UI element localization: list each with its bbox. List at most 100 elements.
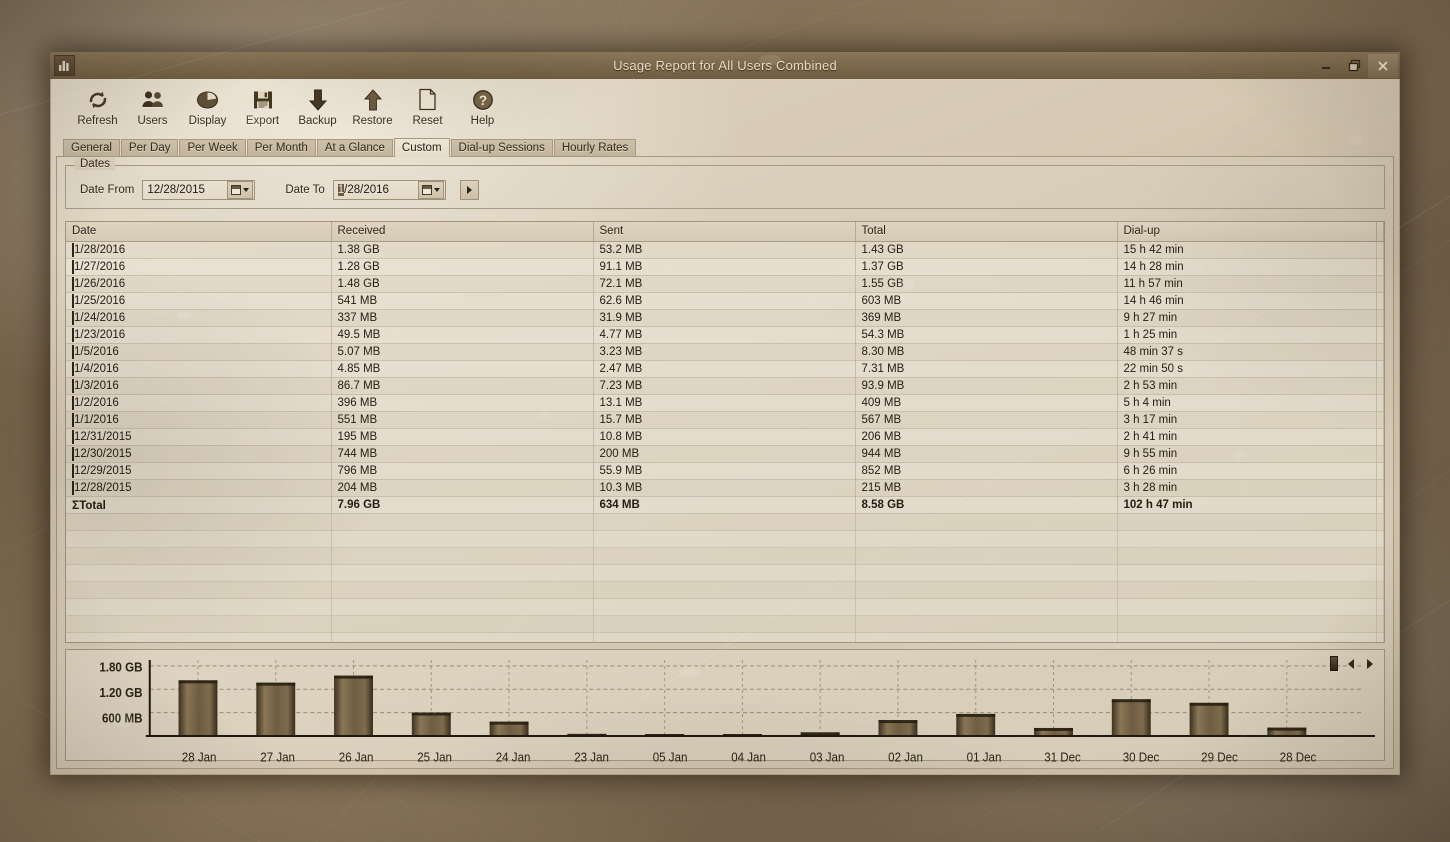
table-row[interactable]: 12/28/2015 204 MB 10.3 MB 215 MB 3 h 28 min (66, 479, 1384, 497)
date-to-field[interactable]: 1/28/2016 (332, 180, 446, 200)
apply-dates-button[interactable] (459, 180, 479, 200)
scroll-thumb[interactable] (1330, 656, 1338, 671)
usage-bar-chart: 1.80 GB 1.20 GB 600 MB 28 Jan 27 Jan 26 Jan 2… (65, 649, 1385, 765)
chart-x-tick-label: 28 Dec (1280, 750, 1317, 765)
cell-total: 1.37 GB (855, 258, 1118, 276)
cell-total: 206 MB (855, 428, 1118, 446)
tab-dial-up-sessions[interactable]: Dial-up Sessions (450, 139, 553, 156)
table-row[interactable]: 1/28/2016 1.38 GB 53.2 MB 1.43 GB 15 h 42 mi… (66, 241, 1384, 259)
cell-date: 12/31/2015 (66, 428, 332, 446)
cell-date-text: 1/27/2016 (74, 260, 126, 273)
cell-total-label: ΣTotal (66, 496, 332, 514)
cell-date: 1/3/2016 (66, 377, 332, 395)
chart-x-tick-label: 30 Dec (1123, 750, 1160, 765)
table-row[interactable]: 12/29/2015 796 MB 55.9 MB 852 MB 6 h 26 min (66, 462, 1384, 480)
col-header-total[interactable]: Total (855, 222, 1118, 242)
cell-sent: 13.1 MB (593, 394, 856, 412)
tab-per-week[interactable]: Per Week (179, 139, 246, 156)
cell-dialup: 9 h 27 min (1117, 309, 1377, 327)
cell-received: 1.28 GB (331, 258, 594, 276)
toolbar-button-help[interactable]: ? Help (455, 84, 510, 127)
tab-custom[interactable]: Custom (393, 138, 450, 157)
users-icon (141, 86, 165, 113)
cell-dialup: 3 h 28 min (1117, 479, 1377, 497)
table-row[interactable]: 1/1/2016 551 MB 15.7 MB 567 MB 3 h 17 min (66, 411, 1384, 429)
toolbar-button-display[interactable]: Display (180, 84, 235, 127)
cell-total-received: 7.96 GB (331, 496, 594, 514)
table-row[interactable]: 1/2/2016 396 MB 13.1 MB 409 MB 5 h 4 min (66, 394, 1384, 412)
close-button[interactable] (1368, 53, 1398, 78)
usage-table[interactable]: Date Received Sent Total Dial-up 1/28/20… (65, 221, 1385, 643)
chart-x-tick-label: 26 Jan (339, 750, 374, 765)
table-row[interactable]: 12/30/2015 744 MB 200 MB 944 MB 9 h 55 min (66, 445, 1384, 463)
tab-strip: General Per Day Per Week Per Month At a … (56, 137, 1394, 157)
toolbar-label: Restore (352, 115, 393, 127)
toolbar-label: Export (245, 115, 280, 127)
tab-general[interactable]: General (63, 139, 120, 156)
table-row[interactable]: 1/23/2016 49.5 MB 4.77 MB 54.3 MB 1 h 25 min (66, 326, 1384, 344)
table-row[interactable]: 12/31/2015 195 MB 10.8 MB 206 MB 2 h 41 min (66, 428, 1384, 446)
cell-date: 1/4/2016 (66, 360, 332, 378)
table-row[interactable]: 1/25/2016 541 MB 62.6 MB 603 MB 14 h 46 min (66, 292, 1384, 310)
table-empty-row (66, 615, 1384, 633)
cell-spacer (1376, 343, 1384, 361)
toolbar-button-reset[interactable]: Reset (400, 84, 455, 127)
tab-per-month[interactable]: Per Month (246, 139, 316, 156)
arrow-up-icon (362, 86, 384, 113)
tab-per-day[interactable]: Per Day (120, 139, 179, 156)
cell-dialup: 1 h 25 min (1117, 326, 1377, 344)
col-header-dialup[interactable]: Dial-up (1117, 222, 1377, 242)
cell-sent: 62.6 MB (593, 292, 856, 310)
toolbar-button-refresh[interactable]: Refresh (70, 84, 125, 127)
cell-date-text: 1/24/2016 (74, 311, 126, 324)
table-row[interactable]: 1/4/2016 4.85 MB 2.47 MB 7.31 MB 22 min 50 s (66, 360, 1384, 378)
cell-date: 1/1/2016 (66, 411, 332, 429)
table-row[interactable]: 1/24/2016 337 MB 31.9 MB 369 MB 9 h 27 min (66, 309, 1384, 327)
floppy-disk-icon (252, 86, 274, 113)
toolbar-button-export[interactable]: Export (235, 84, 290, 127)
toolbar: Refresh Users Display Export Backup Rest… (56, 79, 1394, 137)
col-header-sent[interactable]: Sent (593, 222, 856, 242)
date-to-picker-button[interactable] (417, 181, 444, 199)
cell-spacer (1376, 462, 1384, 480)
table-row[interactable]: 1/27/2016 1.28 GB 91.1 MB 1.37 GB 14 h 28 mi… (66, 258, 1384, 276)
restore-button[interactable] (1340, 55, 1368, 77)
chart-bars-icon (54, 55, 75, 76)
minimize-button[interactable] (1312, 55, 1340, 77)
cell-dialup: 6 h 26 min (1117, 462, 1377, 480)
table-row[interactable]: 1/3/2016 86.7 MB 7.23 MB 93.9 MB 2 h 53 min (66, 377, 1384, 395)
blank-page-icon (418, 86, 437, 113)
chart-x-tick-labels: 28 Jan 27 Jan 26 Jan 25 Jan 24 Jan 23 Jan 05 J… (182, 750, 1317, 765)
title-bar[interactable]: Usage Report for All Users Combined (50, 52, 1400, 79)
cell-total: 1.55 GB (855, 275, 1118, 293)
table-row[interactable]: 1/5/2016 5.07 MB 3.23 MB 8.30 MB 48 min 37 s (66, 343, 1384, 361)
scroll-left-icon[interactable] (1344, 657, 1357, 670)
col-header-date[interactable]: Date (66, 222, 332, 242)
cell-received: 49.5 MB (331, 326, 594, 344)
toolbar-button-users[interactable]: Users (125, 84, 180, 127)
cell-received: 744 MB (331, 445, 594, 463)
cell-sent: 15.7 MB (593, 411, 856, 429)
toolbar-label: Backup (298, 115, 337, 127)
scroll-right-icon[interactable] (1363, 657, 1376, 670)
table-empty-row (66, 632, 1384, 642)
date-from-picker-button[interactable] (227, 181, 254, 199)
table-empty-row (66, 547, 1384, 565)
tab-at-a-glance[interactable]: At a Glance (316, 139, 393, 156)
tab-hourly-rates[interactable]: Hourly Rates (553, 139, 637, 156)
date-from-field[interactable]: 12/28/2015 (142, 180, 256, 200)
toolbar-button-backup[interactable]: Backup (290, 84, 345, 127)
col-header-received[interactable]: Received (331, 222, 594, 242)
table-empty-row (66, 581, 1384, 599)
chart-y-tick-label: 600 MB (102, 711, 143, 726)
display-icon (195, 86, 220, 113)
table-row[interactable]: 1/26/2016 1.48 GB 72.1 MB 1.55 GB 11 h 57 mi… (66, 275, 1384, 293)
table-total-row[interactable]: ΣTotal 7.96 GB 634 MB 8.58 GB 102 h 47 min (66, 496, 1384, 514)
cell-dialup: 11 h 57 min (1117, 275, 1377, 293)
toolbar-button-restore[interactable]: Restore (345, 84, 400, 127)
chart-y-tick-label: 1.20 GB (99, 686, 142, 701)
table-empty-row (66, 564, 1384, 582)
cell-total: 567 MB (855, 411, 1118, 429)
cell-date: 1/28/2016 (66, 241, 332, 259)
cell-total: 1.43 GB (855, 241, 1118, 259)
